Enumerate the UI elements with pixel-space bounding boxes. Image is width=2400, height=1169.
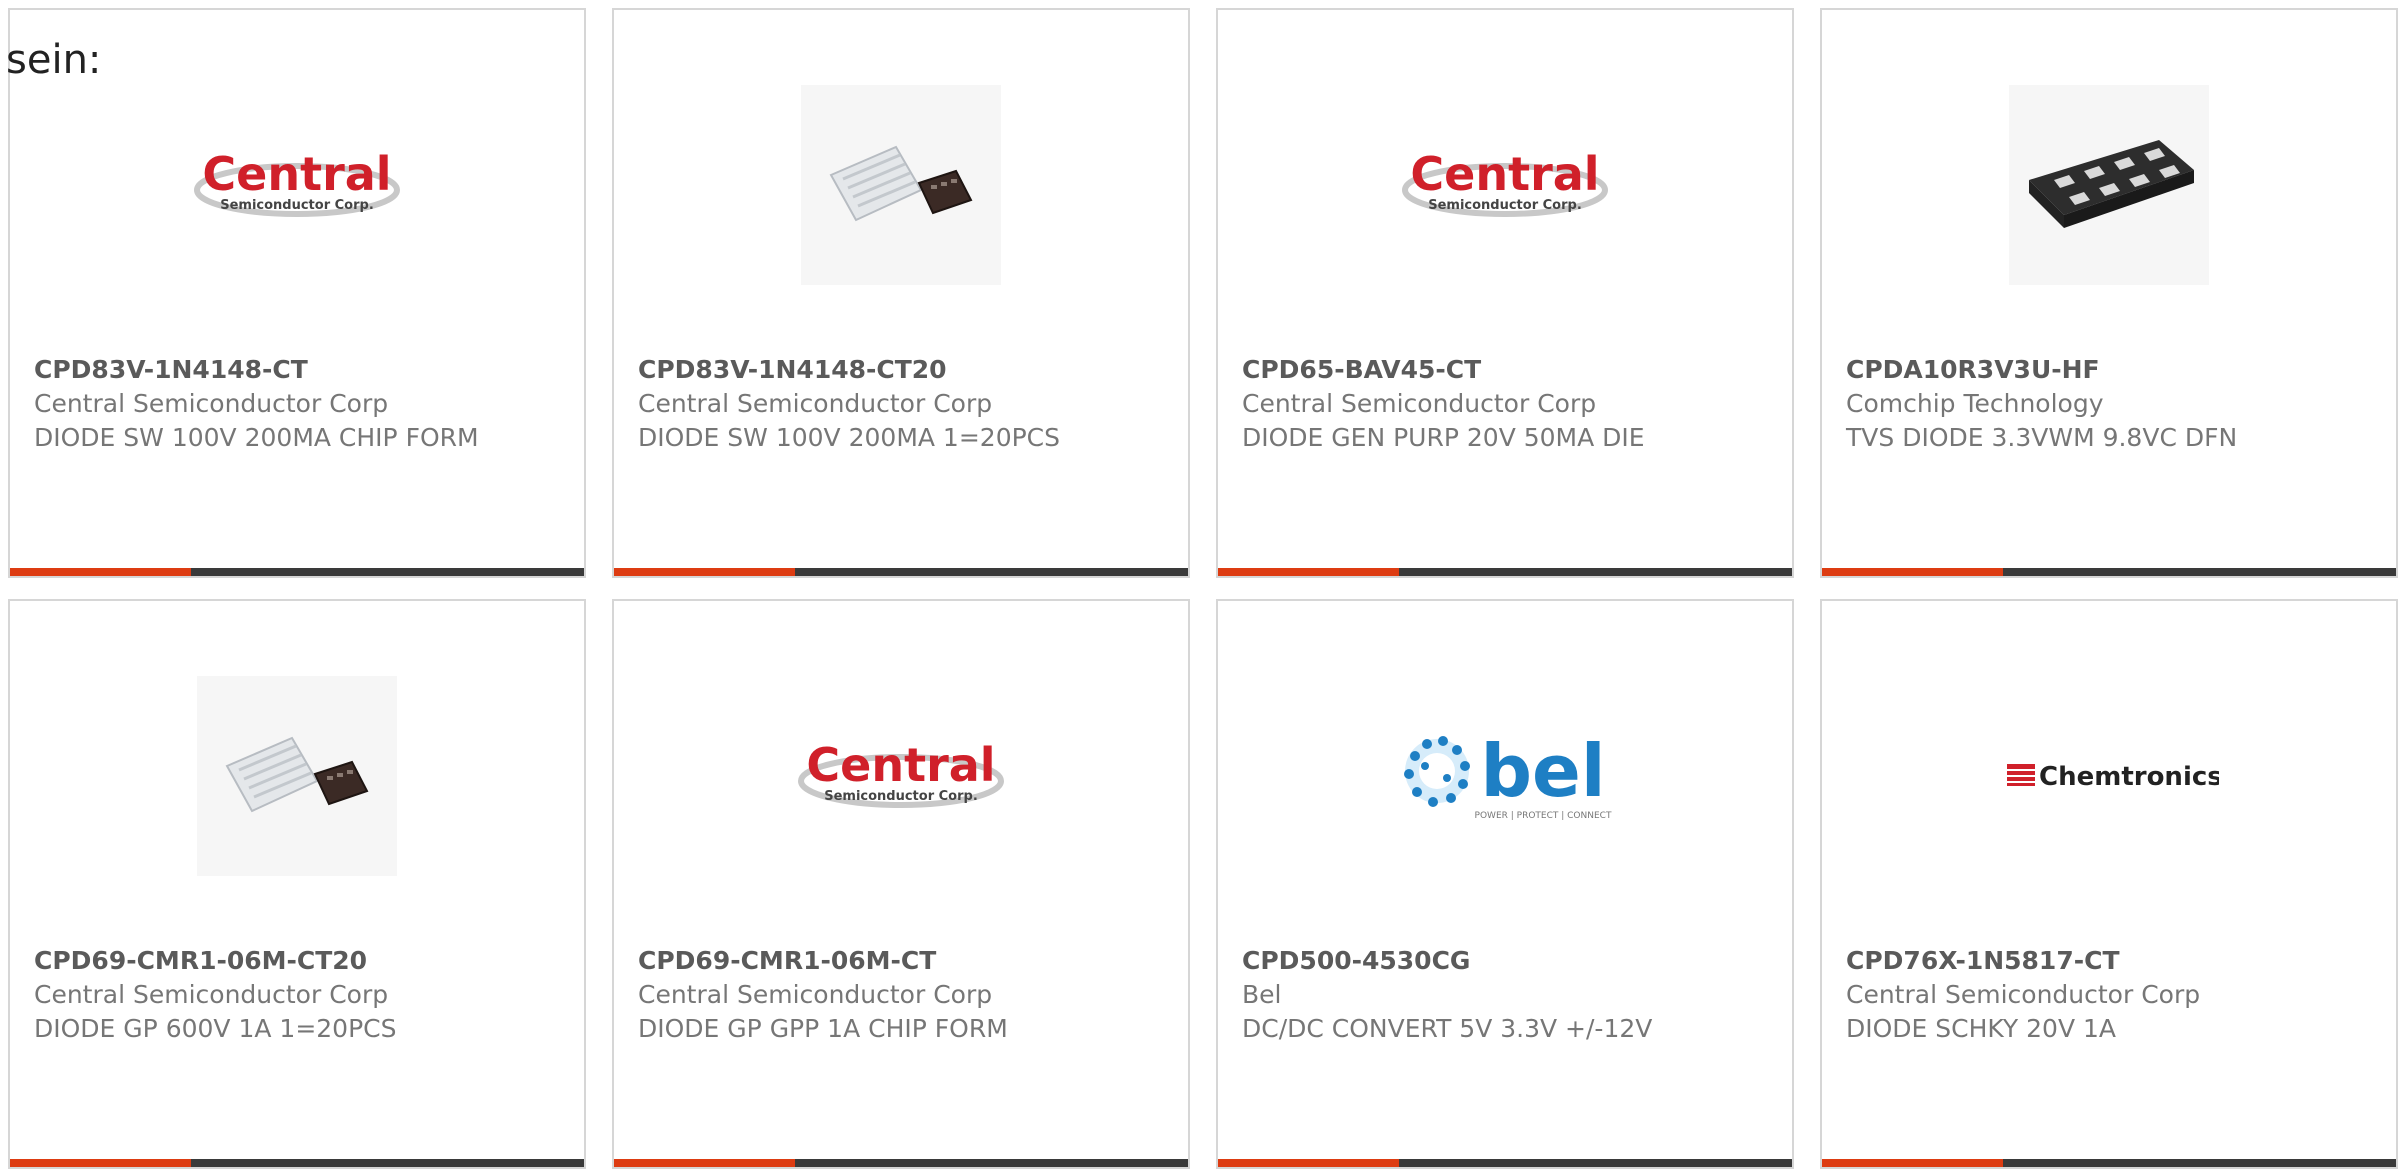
logo-wordmark: Central bbox=[806, 738, 995, 792]
product-image[interactable]: bel POWER | PROTECT | CONNECT bbox=[1218, 671, 1792, 881]
logo-wordmark: Central bbox=[202, 147, 391, 201]
card-accent-bar bbox=[1822, 1159, 2396, 1167]
manufacturer-name: Central Semiconductor Corp bbox=[638, 389, 993, 418]
chemtronics-logo: Chemtronics bbox=[2007, 762, 2219, 792]
product-description: DIODE GP 600V 1A 1=20PCS bbox=[34, 1014, 397, 1043]
product-description: DC/DC CONVERT 5V 3.3V +/-12V bbox=[1242, 1014, 1653, 1043]
manufacturer-name: Central Semiconductor Corp bbox=[34, 980, 389, 1009]
card-accent-bar bbox=[1218, 1159, 1792, 1167]
manufacturer-name: Central Semiconductor Corp bbox=[638, 980, 993, 1009]
product-card[interactable]: Central Semiconductor Corp. CPD83V-1N414… bbox=[8, 8, 586, 578]
card-accent-bar bbox=[1822, 568, 2396, 576]
product-card[interactable]: CPD83V-1N4148-CT20 Central Semiconductor… bbox=[612, 8, 1190, 578]
product-image[interactable] bbox=[1822, 80, 2396, 290]
logo-wordmark: Central bbox=[1410, 147, 1599, 201]
card-accent-bar bbox=[614, 568, 1188, 576]
product-image[interactable] bbox=[614, 80, 1188, 290]
product-card[interactable]: Central Semiconductor Corp. CPD69-CMR1-0… bbox=[612, 599, 1190, 1169]
card-accent-bar bbox=[10, 568, 584, 576]
product-description: DIODE SW 100V 200MA 1=20PCS bbox=[638, 423, 1060, 452]
part-number-link[interactable]: CPD69-CMR1-06M-CT bbox=[638, 944, 1164, 978]
product-card[interactable]: CPDA10R3V3U-HF Comchip Technology TVS DI… bbox=[1820, 8, 2398, 578]
chip-waffle-pack-icon bbox=[801, 85, 1001, 285]
manufacturer-name: Bel bbox=[1242, 980, 1282, 1009]
manufacturer-name: Central Semiconductor Corp bbox=[1846, 980, 2201, 1009]
part-number-link[interactable]: CPD83V-1N4148-CT bbox=[34, 353, 560, 387]
product-image[interactable] bbox=[10, 671, 584, 881]
intro-text: sein: bbox=[6, 37, 102, 83]
logo-wordmark: bel bbox=[1480, 729, 1605, 813]
product-card[interactable]: bel POWER | PROTECT | CONNECT CPD500-453… bbox=[1216, 599, 1794, 1169]
product-description: DIODE SCHKY 20V 1A bbox=[1846, 1014, 2117, 1043]
manufacturer-name: Central Semiconductor Corp bbox=[1242, 389, 1597, 418]
logo-wordmark: Chemtronics bbox=[2039, 762, 2219, 792]
logo-subline: Semiconductor Corp. bbox=[1428, 198, 1582, 213]
manufacturer-name: Comchip Technology bbox=[1846, 389, 2104, 418]
part-number-link[interactable]: CPD83V-1N4148-CT20 bbox=[638, 353, 1164, 387]
product-image[interactable]: Chemtronics bbox=[1822, 671, 2396, 881]
product-description: DIODE GP GPP 1A CHIP FORM bbox=[638, 1014, 1008, 1043]
part-number-link[interactable]: CPD65-BAV45-CT bbox=[1242, 353, 1768, 387]
part-number-link[interactable]: CPD500-4530CG bbox=[1242, 944, 1768, 978]
product-image[interactable]: Central Semiconductor Corp. bbox=[1218, 80, 1792, 290]
product-description: TVS DIODE 3.3VWM 9.8VC DFN bbox=[1846, 423, 2238, 452]
central-semiconductor-logo: Central Semiconductor Corp. bbox=[798, 738, 1004, 808]
central-semiconductor-logo: Central Semiconductor Corp. bbox=[194, 147, 400, 217]
product-card[interactable]: Central Semiconductor Corp. CPD65-BAV45-… bbox=[1216, 8, 1794, 578]
card-accent-bar bbox=[614, 1159, 1188, 1167]
central-semiconductor-logo: Central Semiconductor Corp. bbox=[1402, 147, 1608, 217]
part-number-link[interactable]: CPD69-CMR1-06M-CT20 bbox=[34, 944, 560, 978]
product-description: DIODE SW 100V 200MA CHIP FORM bbox=[34, 423, 479, 452]
logo-tagline: POWER | PROTECT | CONNECT bbox=[1475, 811, 1612, 821]
chip-waffle-pack-icon bbox=[197, 676, 397, 876]
dfn-package-icon bbox=[2009, 85, 2209, 285]
product-image[interactable]: Central Semiconductor Corp. bbox=[614, 671, 1188, 881]
logo-subline: Semiconductor Corp. bbox=[220, 198, 374, 213]
logo-subline: Semiconductor Corp. bbox=[824, 789, 978, 804]
product-card[interactable]: CPD69-CMR1-06M-CT20 Central Semiconducto… bbox=[8, 599, 586, 1169]
product-grid: Central Semiconductor Corp. CPD83V-1N414… bbox=[8, 8, 2398, 1169]
card-accent-bar bbox=[10, 1159, 584, 1167]
manufacturer-name: Central Semiconductor Corp bbox=[34, 389, 389, 418]
part-number-link[interactable]: CPDA10R3V3U-HF bbox=[1846, 353, 2372, 387]
bel-logo: bel POWER | PROTECT | CONNECT bbox=[1404, 729, 1612, 821]
card-accent-bar bbox=[1218, 568, 1792, 576]
product-description: DIODE GEN PURP 20V 50MA DIE bbox=[1242, 423, 1645, 452]
product-image[interactable]: Central Semiconductor Corp. bbox=[10, 80, 584, 290]
part-number-link[interactable]: CPD76X-1N5817-CT bbox=[1846, 944, 2372, 978]
product-card[interactable]: Chemtronics CPD76X-1N5817-CT Central Sem… bbox=[1820, 599, 2398, 1169]
